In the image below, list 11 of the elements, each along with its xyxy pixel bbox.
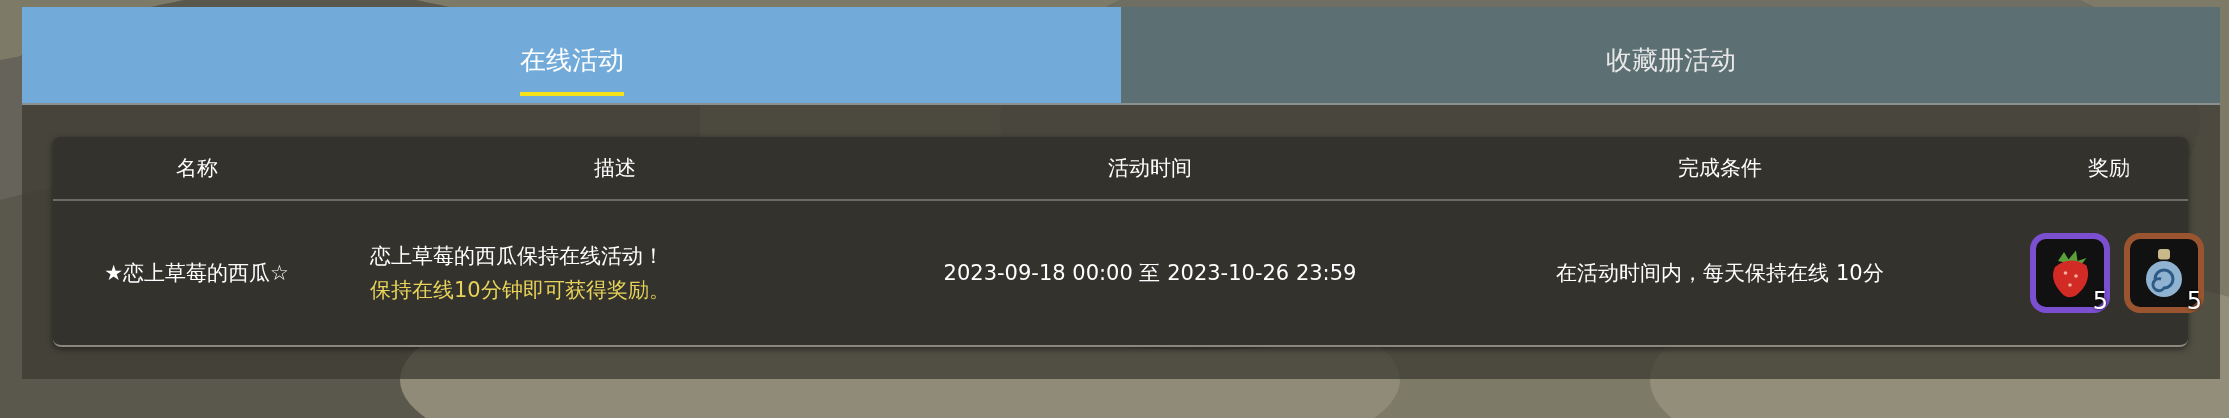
table-cell-text: ★恋上草莓的西瓜☆ [104, 260, 289, 287]
column-header: 奖励 [2088, 155, 2130, 182]
tab[interactable]: 收藏册活动 [1121, 7, 2220, 103]
column-header: 名称 [175, 155, 218, 182]
table-cell-text: 2023-09-18 00:00 至 2023-10-26 23:59 [943, 260, 1357, 287]
column-header: 描述 [594, 155, 636, 182]
table-cell-text: 在活动时间内，每天保持在线 10分 [1556, 260, 1884, 287]
column-header: 活动时间 [1108, 155, 1192, 182]
column-header: 完成条件 [1678, 155, 1762, 182]
description-highlight: 保持在线10分钟即可获得奖励。 [370, 277, 670, 304]
description-text: 恋上草莓的西瓜保持在线活动！ [370, 243, 664, 270]
